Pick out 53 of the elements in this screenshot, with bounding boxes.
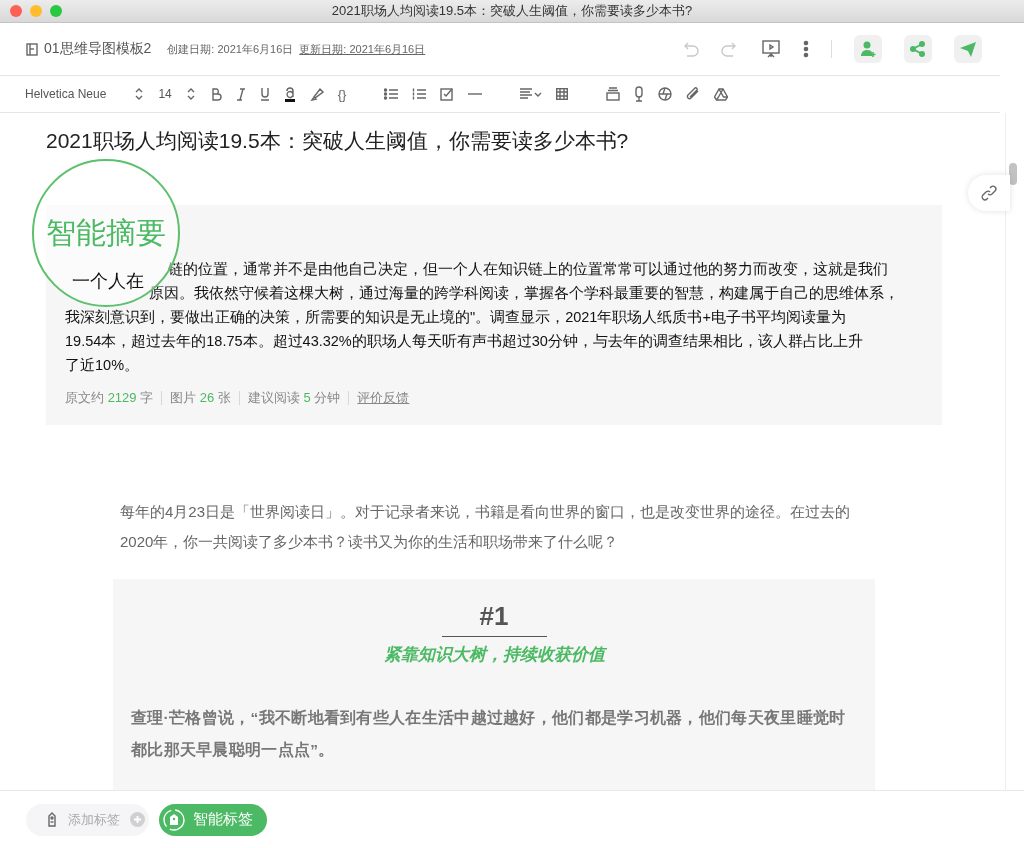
bold-icon[interactable]: [209, 87, 222, 101]
window-title: 2021职场人均阅读19.5本：突破人生阈值，你需要读多少本书?: [330, 2, 694, 20]
section-number: #1: [441, 601, 547, 637]
paperclip-icon[interactable]: [686, 87, 701, 101]
horizontal-rule-icon[interactable]: [468, 92, 483, 96]
intro-paragraph: 每年的4月23日是「世界阅读日」。对于记录者来说，书籍是看向世界的窗口，也是改变世界的途径。在过去的2020年，你一共阅读了多少本书？读书又为你的生活和职场带来了什么呢？: [120, 502, 852, 552]
plus-circle-icon: [130, 812, 145, 827]
code-block-button[interactable]: {}: [337, 86, 347, 102]
copy-link-button[interactable]: [968, 175, 1010, 211]
highlighter-icon[interactable]: [309, 87, 324, 101]
italic-icon[interactable]: [235, 87, 246, 101]
stepper-icon[interactable]: [185, 87, 196, 101]
paper-plane-icon: [959, 40, 977, 58]
share-icon: [909, 40, 927, 58]
tag-icon: [46, 812, 58, 827]
font-family-select[interactable]: Helvetica Neue: [25, 87, 107, 101]
more-icon[interactable]: [803, 40, 809, 58]
card-stack-icon[interactable]: [606, 87, 621, 101]
presentation-icon[interactable]: [761, 39, 781, 59]
person-add-icon: [859, 40, 877, 58]
feedback-link[interactable]: 评价反馈: [357, 389, 410, 407]
font-size-select[interactable]: 14: [158, 87, 172, 101]
microphone-icon[interactable]: [634, 86, 645, 102]
section-subtitle: 紧靠知识大树，持续收获价值: [382, 644, 608, 666]
summary-text: 了近10%。: [65, 356, 140, 375]
summary-stat: 原文约 2129 字: [65, 389, 154, 407]
summary-text: 我深刻意识到，要做出正确的决策，所需要的知识是无止境的"。调查显示，2021年职场人纸质书+电子书平均阅读量为: [65, 308, 846, 327]
link-icon: [981, 185, 997, 201]
overlay-text: 一个人在: [72, 270, 144, 293]
triangle-drive-icon[interactable]: [714, 87, 729, 101]
summary-badge-text: 智能摘要: [46, 214, 166, 251]
bulleted-list-icon[interactable]: [384, 88, 399, 100]
text-color-icon[interactable]: [283, 86, 296, 102]
updated-date[interactable]: 更新日期: 2021年6月16日: [299, 41, 426, 57]
stepper-icon[interactable]: [134, 87, 145, 101]
align-icon[interactable]: [520, 88, 543, 100]
note-title: 2021职场人均阅读19.5本：突破人生阈值，你需要读多少本书?: [46, 128, 630, 154]
numbered-list-icon[interactable]: [412, 88, 427, 100]
underline-icon[interactable]: [259, 87, 270, 101]
scrollbar-thumb[interactable]: [1009, 163, 1017, 185]
quote-paragraph: 查理·芒格曾说，“我不断地看到有些人在生活中越过越好，他们都是学习机器，他们每天夜里睡觉时都比那天早晨聪明一点点”。: [131, 708, 847, 760]
summary-text: 原因。我依然守候着这棵大树，通过海量的跨学科阅读，掌握各个学科最重要的智慧，构建属于自己的思维体系，: [149, 284, 899, 303]
summary-stat: 建议阅读 5 分钟: [247, 389, 341, 407]
notebook-name[interactable]: 01思维导图模板2: [44, 40, 152, 58]
summary-stat: 图片 26 张: [170, 389, 231, 407]
created-date: 创建日期: 2021年6月16日: [167, 41, 294, 57]
checkbox-icon[interactable]: [440, 87, 455, 101]
summary-text: 19.54本，超过去年的18.75本。超过43.32%的职场人每天听有声书超过30分钟，与去年的调查结果相比，该人群占比上升: [65, 332, 863, 351]
aperture-icon[interactable]: [658, 87, 673, 101]
summary-text: 链的位置，通常并不是由他自己决定，但一个人在知识链上的位置常常可以通过他的努力而改变，这就是我们: [168, 260, 888, 279]
tag-icon: [163, 808, 185, 831]
table-icon[interactable]: [556, 88, 569, 100]
notebook-icon[interactable]: [26, 42, 38, 56]
